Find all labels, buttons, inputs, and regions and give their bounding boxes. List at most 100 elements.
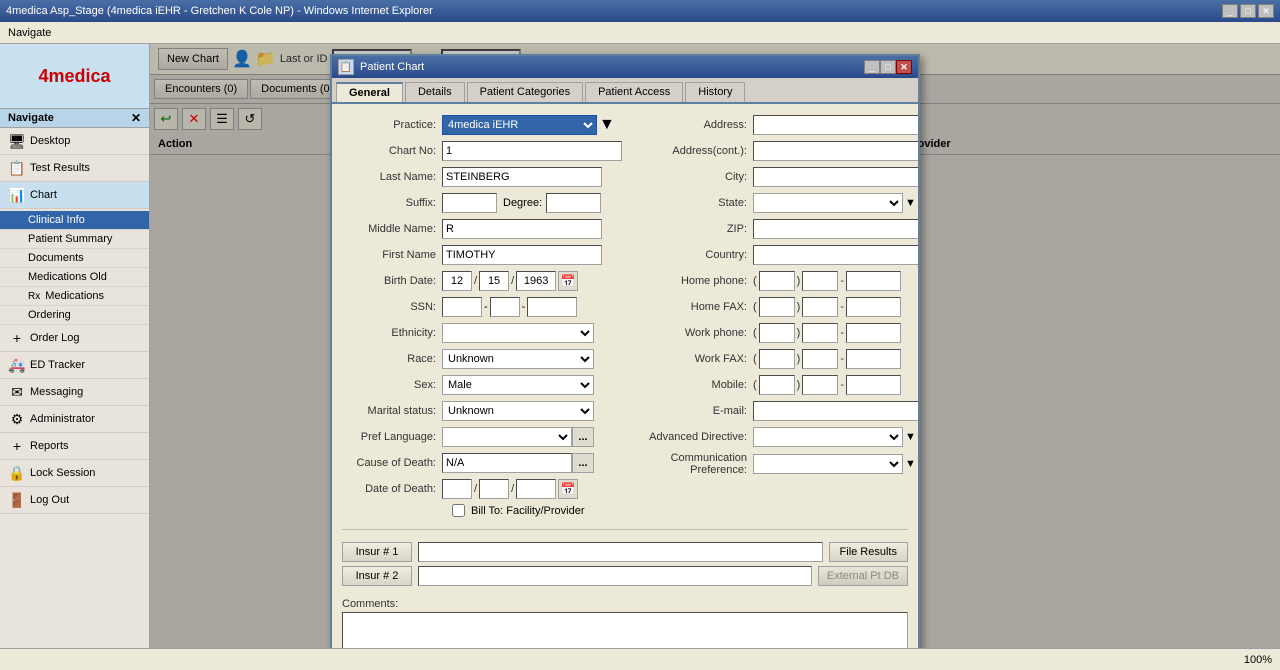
tab-history[interactable]: History <box>685 82 745 102</box>
minimize-button[interactable]: _ <box>1222 4 1238 18</box>
ssn-part3-input[interactable] <box>527 297 577 317</box>
work-phone-area-input[interactable] <box>759 323 795 343</box>
sidebar-sub-clinical-info[interactable]: Clinical Info <box>0 211 149 230</box>
communication-pref-select[interactable] <box>753 454 903 474</box>
birth-month-input[interactable] <box>442 271 472 291</box>
ethnicity-select[interactable] <box>442 323 594 343</box>
insur1-button[interactable]: Insur # 1 <box>342 542 412 562</box>
country-input[interactable] <box>753 245 918 265</box>
chart-no-input[interactable] <box>442 141 622 161</box>
sex-select[interactable]: Male Female <box>442 375 594 395</box>
menu-bar: Navigate <box>0 22 1280 44</box>
sidebar-item-administrator[interactable]: ⚙ Administrator <box>0 406 149 433</box>
external-pt-db-button[interactable]: External Pt DB <box>818 566 908 586</box>
sidebar-item-ed-tracker[interactable]: 🚑 ED Tracker <box>0 352 149 379</box>
mobile-prefix-input[interactable] <box>802 375 838 395</box>
pref-language-more-button[interactable]: ... <box>572 427 594 447</box>
sidebar-item-test-results[interactable]: 📋 Test Results <box>0 155 149 182</box>
last-name-input[interactable] <box>442 167 602 187</box>
modal-tabs: General Details Patient Categories Patie… <box>332 78 918 104</box>
sidebar-sub-documents[interactable]: Documents <box>0 249 149 268</box>
insur2-input[interactable] <box>418 566 812 586</box>
work-phone-number-input[interactable] <box>846 323 901 343</box>
first-name-label: First Name <box>342 249 442 261</box>
modal-close-button[interactable]: ✕ <box>896 60 912 74</box>
file-results-button[interactable]: File Results <box>829 542 908 562</box>
death-year-input[interactable] <box>516 479 556 499</box>
insur2-button[interactable]: Insur # 2 <box>342 566 412 586</box>
home-fax-area-input[interactable] <box>759 297 795 317</box>
navigate-menu[interactable]: Navigate <box>8 27 51 39</box>
birth-year-input[interactable] <box>516 271 556 291</box>
state-select[interactable] <box>753 193 903 213</box>
address-cont-input[interactable] <box>753 141 918 161</box>
sidebar-item-messaging[interactable]: ✉ Messaging <box>0 379 149 406</box>
suffix-input[interactable] <box>442 193 497 213</box>
pref-language-select[interactable] <box>442 427 572 447</box>
birth-date-cal-button[interactable]: 📅 <box>558 271 578 291</box>
advanced-directive-select[interactable] <box>753 427 903 447</box>
comments-input[interactable] <box>342 612 908 648</box>
tab-patient-access[interactable]: Patient Access <box>585 82 683 102</box>
mobile-area-input[interactable] <box>759 375 795 395</box>
title-bar: 4medica Asp_Stage (4medica iEHR - Gretch… <box>0 0 1280 22</box>
home-phone-area-input[interactable] <box>759 271 795 291</box>
race-select[interactable]: Unknown <box>442 349 594 369</box>
tab-details[interactable]: Details <box>405 82 465 102</box>
death-day-input[interactable] <box>479 479 509 499</box>
city-input[interactable] <box>753 167 918 187</box>
zip-input[interactable] <box>753 219 918 239</box>
work-phone-prefix-input[interactable] <box>802 323 838 343</box>
sidebar-sub-medications-old[interactable]: Medications Old <box>0 268 149 287</box>
tab-general[interactable]: General <box>336 82 403 102</box>
nav-close-icon[interactable]: ✕ <box>131 111 141 125</box>
modal-min-button[interactable]: _ <box>864 60 880 74</box>
marital-status-row: Marital status: Unknown Single Married <box>342 400 622 422</box>
bill-to-checkbox[interactable] <box>452 504 465 517</box>
work-fax-area-input[interactable] <box>759 349 795 369</box>
work-fax-number-input[interactable] <box>846 349 901 369</box>
first-name-input[interactable] <box>442 245 602 265</box>
practice-dropdown-icon[interactable]: ▼ <box>599 116 615 134</box>
middle-name-label: Middle Name: <box>342 223 442 235</box>
logo-text: 4medica <box>38 66 110 87</box>
home-phone-prefix-input[interactable] <box>802 271 838 291</box>
middle-name-input[interactable] <box>442 219 602 239</box>
sidebar-sub-ordering[interactable]: Ordering <box>0 306 149 325</box>
maximize-button[interactable]: □ <box>1240 4 1256 18</box>
sidebar-item-order-log[interactable]: + Order Log <box>0 325 149 352</box>
birth-day-input[interactable] <box>479 271 509 291</box>
rx-icon: Rx <box>28 291 40 302</box>
sidebar-item-desktop[interactable]: 🖥 Desktop <box>0 128 149 155</box>
sidebar-sub-medications[interactable]: Rx Medications <box>0 287 149 306</box>
cause-of-death-more-button[interactable]: ... <box>572 453 594 473</box>
work-fax-prefix-input[interactable] <box>802 349 838 369</box>
insur1-row: Insur # 1 File Results <box>342 542 908 562</box>
comments-section: Comments: <box>342 594 908 648</box>
home-phone-number-input[interactable] <box>846 271 901 291</box>
sidebar-sub-patient-summary[interactable]: Patient Summary <box>0 230 149 249</box>
email-input[interactable] <box>753 401 918 421</box>
death-date-cal-button[interactable]: 📅 <box>558 479 578 499</box>
lock-icon: 🔒 <box>8 464 26 482</box>
marital-status-select[interactable]: Unknown Single Married <box>442 401 594 421</box>
close-button[interactable]: ✕ <box>1258 4 1274 18</box>
cause-of-death-input[interactable] <box>442 453 572 473</box>
sidebar-item-chart[interactable]: 📊 Chart <box>0 182 149 209</box>
sidebar-item-log-out[interactable]: 🚪 Log Out <box>0 487 149 514</box>
home-fax-number-input[interactable] <box>846 297 901 317</box>
mobile-number-input[interactable] <box>846 375 901 395</box>
address-input[interactable] <box>753 115 918 135</box>
sidebar-item-lock-session[interactable]: 🔒 Lock Session <box>0 460 149 487</box>
ssn-part1-input[interactable] <box>442 297 482 317</box>
death-month-input[interactable] <box>442 479 472 499</box>
insur1-input[interactable] <box>418 542 823 562</box>
mobile-group: ( ) - <box>753 375 901 395</box>
home-fax-prefix-input[interactable] <box>802 297 838 317</box>
modal-restore-button[interactable]: □ <box>880 60 896 74</box>
sidebar-item-reports[interactable]: + Reports <box>0 433 149 460</box>
ssn-part2-input[interactable] <box>490 297 520 317</box>
degree-input[interactable] <box>546 193 601 213</box>
practice-select[interactable]: 4medica iEHR <box>442 115 597 135</box>
tab-patient-categories[interactable]: Patient Categories <box>467 82 584 102</box>
